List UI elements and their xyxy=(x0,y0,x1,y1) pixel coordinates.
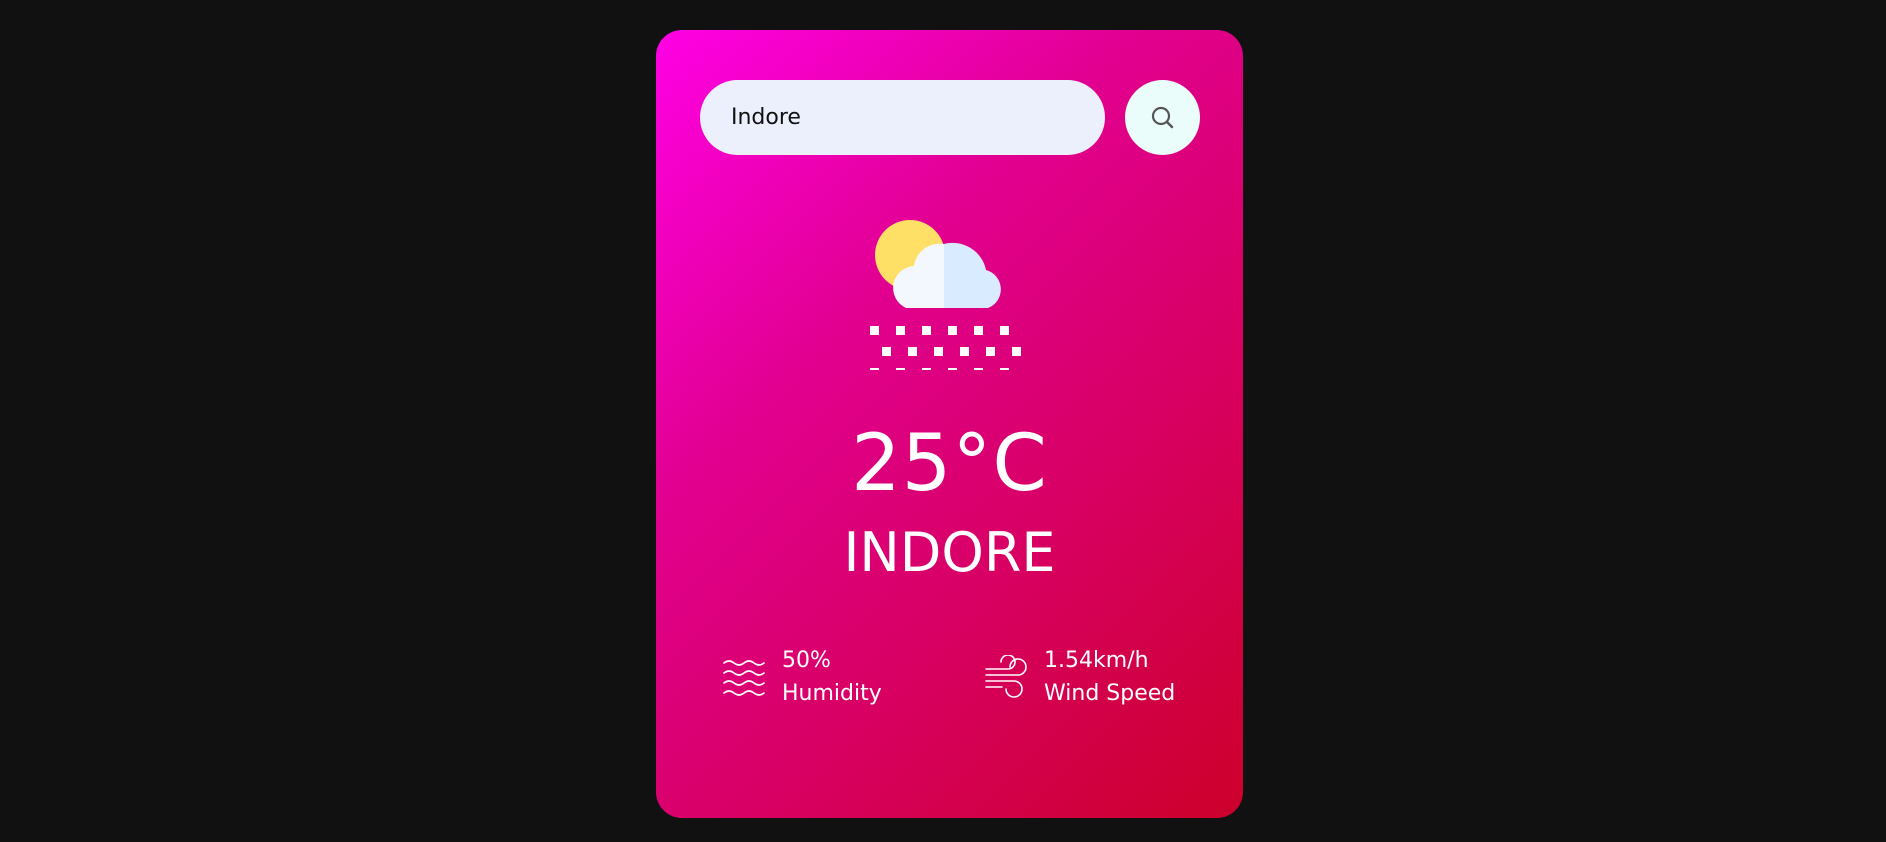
humidity-waves-icon xyxy=(723,660,765,696)
city-name: INDORE xyxy=(843,521,1056,584)
humidity-stat: 50% Humidity xyxy=(722,644,882,710)
wind-value: 1.54km/h xyxy=(1044,648,1149,673)
search-button[interactable] xyxy=(1125,80,1200,155)
wind-icon xyxy=(985,655,1027,698)
wind-stat: 1.54km/h Wind Speed xyxy=(984,644,1175,710)
humidity-value: 50% xyxy=(782,648,831,673)
search-icon xyxy=(1151,106,1173,128)
humidity-label: Humidity xyxy=(782,681,882,706)
sun-cloud-snow-icon xyxy=(870,220,1021,370)
wind-label: Wind Speed xyxy=(1044,681,1176,706)
search-input[interactable] xyxy=(700,80,1105,155)
temperature: 25°C xyxy=(851,419,1048,509)
weather-card: 25°C INDORE 50% Humidity 1.54km/h xyxy=(656,30,1243,818)
